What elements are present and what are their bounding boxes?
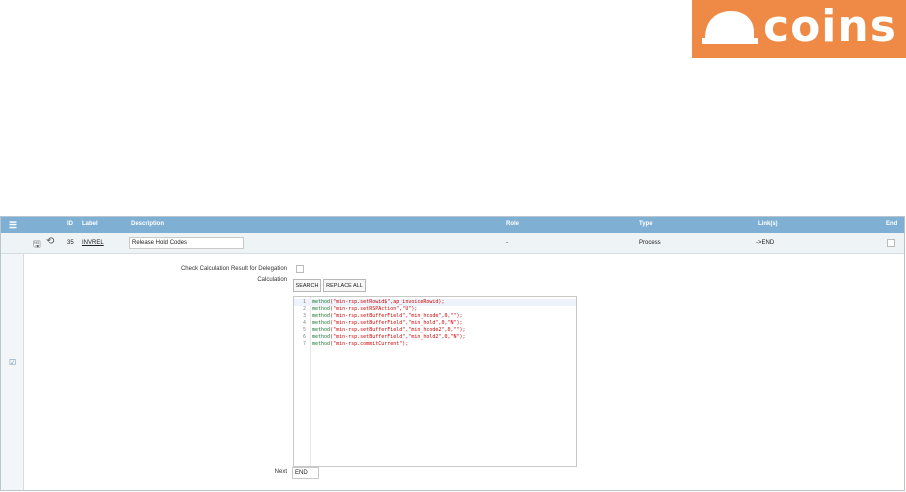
code-line[interactable]: 6 method("min-rsp.setBufferField","min_ho… [294,334,576,341]
col-type[interactable]: Type [639,221,653,227]
calculation-label: Calculation [257,277,287,283]
check-calc-label: Check Calculation Result for Delegation [180,266,287,272]
code-text: method("min-rsp.setRSPAction","U"); [312,306,418,312]
code-line[interactable]: 4 method("min-rsp.setBufferField","min_ho… [294,320,576,327]
line-number: 1 [303,299,307,305]
code-keyword: method [312,313,331,319]
next-input[interactable]: END [292,467,319,479]
line-number: 4 [303,320,307,326]
menu-icon[interactable]: ☰ [9,220,17,231]
check-calc-checkbox[interactable] [296,265,304,273]
code-text: method("min-rsp.setBufferField","min_hco… [312,327,466,333]
hard-hat-icon [702,11,758,44]
line-number: 7 [303,341,307,347]
search-button[interactable]: SEARCH [293,279,321,292]
code-text: method("min-rsp.setBufferField","min_hol… [312,334,466,340]
col-id[interactable]: ID [67,221,73,227]
grid-header: ☰ ID Label Description Role Type Link(s)… [1,217,904,233]
line-number: 3 [303,313,307,319]
end-checkbox[interactable] [887,239,895,247]
coins-logo: coins [692,0,906,58]
expand-checkbox-icon[interactable]: ☑ [9,358,16,367]
next-label: Next [274,469,287,475]
calculation-code-editor[interactable]: 1 method("min-rsp.setRowid$",ap_invoiceRo… [293,296,577,467]
line-number: 6 [303,334,307,340]
code-keyword: method [312,299,331,305]
code-line[interactable]: 7 method("min-rsp.commitCurrent"); [294,341,576,348]
code-text: method("min-rsp.commitCurrent"); [312,341,409,347]
code-keyword: method [312,306,331,312]
code-line[interactable]: 5 method("min-rsp.setBufferField","min_hc… [294,327,576,334]
line-number: 2 [303,306,307,312]
row-label[interactable]: INVREL [82,240,104,246]
table-row[interactable]: 🖫 ⟲ 35 INVREL Release Hold Codes - Proce… [1,233,904,254]
col-label[interactable]: Label [82,221,98,227]
code-line[interactable]: 2 method("min-rsp.setRSPAction","U"); [294,306,576,313]
code-keyword: method [312,327,331,333]
row-type: Process [639,240,661,246]
line-number: 5 [303,327,307,333]
row-links[interactable]: ->END [756,240,774,246]
code-keyword: method [312,320,331,326]
description-value: Release Hold Codes [132,240,188,246]
code-line[interactable]: 1 method("min-rsp.setRowid$",ap_invoiceRo… [294,299,576,306]
col-links[interactable]: Link(s) [758,221,778,227]
col-description[interactable]: Description [131,221,164,227]
save-icon[interactable]: 🖫 [33,237,41,253]
next-value: END [295,470,308,476]
col-end[interactable]: End [886,221,897,227]
undo-icon[interactable]: ⟲ [46,236,54,247]
col-role[interactable]: Role [506,221,519,227]
description-input[interactable]: Release Hold Codes [129,237,244,249]
logo-text: coins [763,1,897,52]
code-text: method("min-rsp.setRowid$",ap_invoiceRow… [312,299,445,305]
code-text: method("min-rsp.setBufferField","min_hol… [312,320,463,326]
code-line[interactable]: 3 method("min-rsp.setBufferField","min_hc… [294,313,576,320]
code-keyword: method [312,334,331,340]
row-role: - [506,240,508,246]
replace-all-button[interactable]: REPLACE ALL [323,279,366,292]
code-text: method("min-rsp.setBufferField","min_hco… [312,313,463,319]
row-id: 35 [67,240,74,246]
row-detail-gutter: ☑ [1,254,24,490]
code-keyword: method [312,341,331,347]
